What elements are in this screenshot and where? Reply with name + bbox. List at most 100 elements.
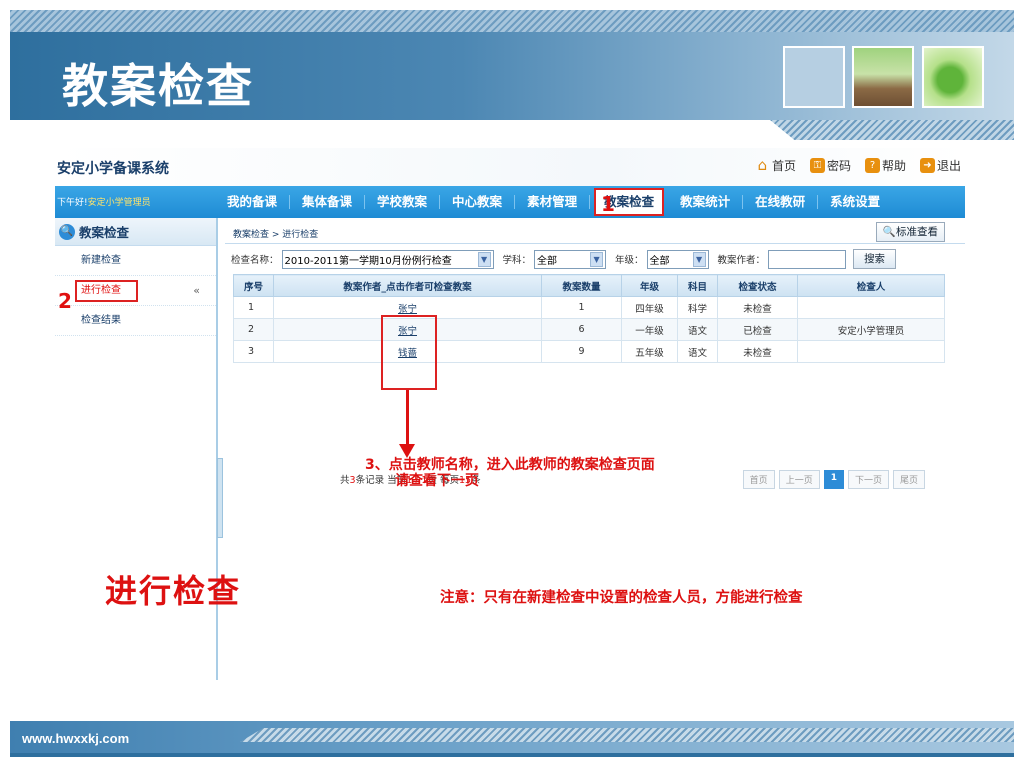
sidebar-header-label: 教案检查 <box>79 225 130 240</box>
cell-index: 2 <box>233 318 274 341</box>
home-link[interactable]: ⌂ 首页 <box>755 157 796 174</box>
standard-view-button[interactable]: 🔍标准查看 <box>875 222 945 242</box>
sidebar-item-do-check[interactable]: 进行检查 « <box>55 276 216 306</box>
help-icon: ? <box>864 158 880 173</box>
cell-status: 已检查 <box>717 318 798 341</box>
cell-checker <box>797 296 945 319</box>
cell-grade: 四年级 <box>621 296 678 319</box>
step2-marker: 2 <box>58 289 72 313</box>
breadcrumb: 教案检查 > 进行检查 🔍标准查看 <box>225 218 965 244</box>
subject-label: 学科： <box>502 255 532 266</box>
top-links: ⌂ 首页 ⚿ 密码 ? 帮助 ➜ 退出 <box>755 157 961 174</box>
table-row: 2 张宁 6 一年级 语文 已检查 安定小学管理员 <box>233 318 945 341</box>
chevron-down-icon: ▼ <box>590 251 604 267</box>
app-header: 安定小学备课系统 ⌂ 首页 ⚿ 密码 ? 帮助 ➜ 退出 <box>55 148 965 186</box>
grade-select[interactable]: 全部 ▼ <box>646 249 709 269</box>
subject-select[interactable]: 全部 ▼ <box>534 249 607 269</box>
chevron-down-icon: ▼ <box>692 251 706 267</box>
nav-plan-stats[interactable]: 教案统计 <box>668 195 744 209</box>
key-icon: ⚿ <box>809 158 825 173</box>
sprout-photo <box>852 46 914 108</box>
main-panel: 教案检查 > 进行检查 🔍标准查看 检查名称： 2010-2011第一学期10月… <box>225 218 965 680</box>
table-row: 1 张宁 1 四年级 科学 未检查 <box>233 296 945 319</box>
first-page-button[interactable]: 首页 <box>742 470 775 489</box>
author-input[interactable] <box>768 249 847 269</box>
col-author: 教案作者_点击作者可检查教案 <box>273 274 542 297</box>
nav-items: 我的备课 集体备课 学校教案 中心教案 素材管理 教案检查 教案统计 在线教研 … <box>215 186 892 218</box>
cell-count: 6 <box>541 318 622 341</box>
next-page-button[interactable]: 下一页 <box>847 470 889 489</box>
nav-online-research[interactable]: 在线教研 <box>743 195 819 209</box>
author-label: 教案作者： <box>717 255 766 266</box>
sidebar-item-label: 新建检查 <box>81 255 121 266</box>
prev-page-button[interactable]: 上一页 <box>778 470 820 489</box>
cell-subject: 科学 <box>677 296 718 319</box>
cell-subject: 语文 <box>677 340 718 363</box>
highlight-box <box>75 280 138 302</box>
sidebar-item-label: 检查结果 <box>81 315 121 326</box>
col-index: 序号 <box>233 274 274 297</box>
nav-settings[interactable]: 系统设置 <box>818 195 892 209</box>
nav-group-prep[interactable]: 集体备课 <box>290 195 366 209</box>
app-screenshot: 安定小学备课系统 ⌂ 首页 ⚿ 密码 ? 帮助 ➜ 退出 下午好!安定小学管理员 我的备… <box>55 148 965 680</box>
filter-bar: 检查名称： 2010-2011第一学期10月份例行检查 ▼ 学科： 全部 ▼ 年级：… <box>225 244 965 274</box>
greeting: 下午好!安定小学管理员 <box>57 195 151 208</box>
col-checker: 检查人 <box>797 274 945 297</box>
sidebar-item-new-check[interactable]: 新建检查 <box>55 246 216 276</box>
footer-line <box>10 753 1014 757</box>
col-grade: 年级 <box>621 274 678 297</box>
arrow-down-icon <box>399 444 415 458</box>
search-icon: 🔍 <box>59 223 75 240</box>
last-page-button[interactable]: 尾页 <box>892 470 925 489</box>
nav-my-prep[interactable]: 我的备课 <box>215 195 291 209</box>
logout-link[interactable]: ➜ 退出 <box>919 157 961 174</box>
nav-center-plans[interactable]: 中心教案 <box>440 195 516 209</box>
password-link[interactable]: ⚿ 密码 <box>809 157 851 174</box>
footer-url: www.hwxxkj.com <box>22 731 130 746</box>
help-link[interactable]: ? 帮助 <box>864 157 906 174</box>
search-icon: 🔍 <box>882 226 896 238</box>
author-highlight-box <box>381 315 437 390</box>
cell-index: 1 <box>233 296 274 319</box>
sidebar-header: 🔍 教案检查 <box>55 218 216 246</box>
sidebar-toggle-handle[interactable] <box>217 458 223 538</box>
cell-subject: 语文 <box>677 318 718 341</box>
step1-marker: 1 <box>601 192 615 216</box>
chevron-down-icon: ▼ <box>477 251 491 267</box>
check-name-select[interactable]: 2010-2011第一学期10月份例行检查 ▼ <box>281 249 494 269</box>
standard-view-label: 标准查看 <box>896 226 938 238</box>
pager-text: 共 <box>340 475 350 486</box>
big-label: 进行检查 <box>105 572 242 610</box>
home-label: 首页 <box>771 159 796 173</box>
header-stripe <box>10 10 1014 32</box>
cell-count: 1 <box>541 296 622 319</box>
greeting-user: 安定小学管理员 <box>87 198 151 208</box>
author-link[interactable]: 张宁 <box>398 304 417 315</box>
nav-materials[interactable]: 素材管理 <box>515 195 591 209</box>
check-name-value: 2010-2011第一学期10月份例行检查 <box>284 255 452 267</box>
col-count: 教案数量 <box>541 274 622 297</box>
collapse-icon[interactable]: « <box>193 276 200 306</box>
slide-title: 教案检查 <box>62 59 254 113</box>
cell-index: 3 <box>233 340 274 363</box>
app-title: 安定小学备课系统 <box>57 161 169 177</box>
breadcrumb-text: 教案检查 > 进行检查 <box>233 230 319 240</box>
search-button[interactable]: 搜索 <box>853 249 897 269</box>
leaf-photo <box>922 46 984 108</box>
header-stripe-accent <box>770 120 1014 140</box>
cell-grade: 一年级 <box>621 318 678 341</box>
table-row: 3 钱蔷 9 五年级 语文 未检查 <box>233 340 945 363</box>
table-header-row: 序号 教案作者_点击作者可检查教案 教案数量 年级 科目 检查状态 检查人 <box>233 274 945 297</box>
password-label: 密码 <box>826 159 851 173</box>
pager-buttons: 首页 上一页 1 下一页 尾页 <box>742 470 925 489</box>
cell-checker <box>797 340 945 363</box>
page-1-button[interactable]: 1 <box>823 470 844 489</box>
cell-status: 未检查 <box>717 340 798 363</box>
cell-count: 9 <box>541 340 622 363</box>
help-label: 帮助 <box>881 159 906 173</box>
home-icon: ⌂ <box>757 156 768 174</box>
nav-school-plans[interactable]: 学校教案 <box>365 195 441 209</box>
step3-line2: 请查看下一页 <box>395 473 479 489</box>
annotation-arrow <box>406 390 409 448</box>
sidebar-item-results[interactable]: 检查结果 <box>55 306 216 336</box>
